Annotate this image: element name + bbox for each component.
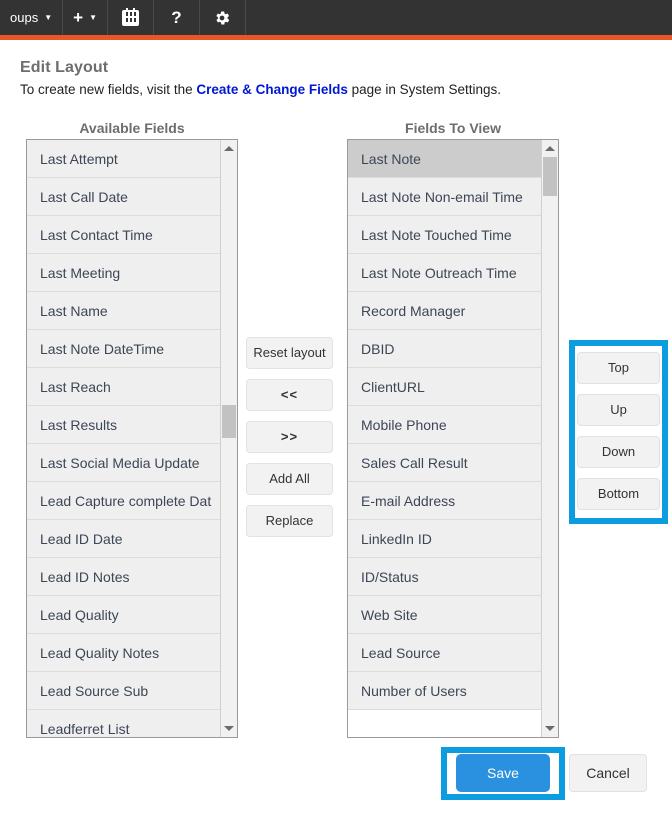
nav-item-groups[interactable]: oups ▼ bbox=[0, 0, 64, 35]
create-change-fields-link[interactable]: Create & Change Fields bbox=[196, 82, 348, 97]
subtitle-text-after: page in System Settings. bbox=[347, 82, 501, 97]
list-item[interactable]: Lead Source bbox=[348, 634, 541, 672]
list-item[interactable]: Last Attempt bbox=[27, 140, 220, 178]
move-bottom-button[interactable]: Bottom bbox=[577, 478, 660, 510]
list-item[interactable]: Lead ID Date bbox=[27, 520, 220, 558]
available-fields-heading: Available Fields bbox=[79, 120, 185, 136]
available-fields-rows[interactable]: Last Attempt Last Call Date Last Contact T… bbox=[27, 140, 220, 737]
nav-item-help[interactable]: ? bbox=[154, 0, 200, 35]
list-item[interactable]: Last Note Non-email Time bbox=[348, 178, 541, 216]
order-buttons-group: Top Up Down Bottom bbox=[577, 352, 660, 520]
nav-item-settings[interactable] bbox=[200, 0, 246, 35]
list-item[interactable]: Last Reach bbox=[27, 368, 220, 406]
scrollbar-thumb[interactable] bbox=[222, 404, 236, 439]
move-right-button[interactable]: >> bbox=[246, 421, 333, 453]
transfer-buttons-group: Reset layout << >> Add All Replace bbox=[246, 337, 333, 547]
list-item[interactable]: Record Manager bbox=[348, 292, 541, 330]
list-item[interactable]: Lead ID Notes bbox=[27, 558, 220, 596]
calendar-icon bbox=[121, 7, 139, 26]
list-item[interactable]: DBID bbox=[348, 330, 541, 368]
list-item[interactable]: Leadferret List bbox=[27, 710, 220, 737]
list-item[interactable]: Last Contact Time bbox=[27, 216, 220, 254]
list-item[interactable]: Last Call Date bbox=[27, 178, 220, 216]
chevron-down-icon: ▼ bbox=[44, 12, 53, 22]
list-item[interactable]: LinkedIn ID bbox=[348, 520, 541, 558]
list-item[interactable]: Lead Capture complete Dat bbox=[27, 482, 220, 520]
fields-to-view-scrollbar[interactable] bbox=[541, 140, 558, 737]
move-down-button[interactable]: Down bbox=[577, 436, 660, 468]
save-button[interactable]: Save bbox=[456, 754, 550, 792]
list-item[interactable]: Last Name bbox=[27, 292, 220, 330]
page-title: Edit Layout bbox=[20, 59, 109, 76]
move-up-button[interactable]: Up bbox=[577, 394, 660, 426]
nav-item-groups-label: oups bbox=[10, 10, 39, 25]
accent-rule bbox=[0, 35, 672, 40]
gear-icon bbox=[213, 9, 231, 27]
plus-icon: + bbox=[73, 8, 84, 27]
list-item[interactable]: Last Results bbox=[27, 406, 220, 444]
fields-to-view-rows[interactable]: Last Note Last Note Non-email Time Last No… bbox=[348, 140, 541, 737]
list-item[interactable]: Web Site bbox=[348, 596, 541, 634]
scrollbar-thumb[interactable] bbox=[543, 157, 557, 197]
replace-button[interactable]: Replace bbox=[246, 505, 333, 537]
list-item[interactable]: ClientURL bbox=[348, 368, 541, 406]
list-item[interactable]: E-mail Address bbox=[348, 482, 541, 520]
list-item[interactable]: Last Social Media Update bbox=[27, 444, 220, 482]
move-left-button[interactable]: << bbox=[246, 379, 333, 411]
nav-item-calendar[interactable] bbox=[108, 0, 154, 35]
chevron-down-icon: ▼ bbox=[89, 12, 97, 22]
fields-to-view-listbox[interactable]: Last Note Last Note Non-email Time Last No… bbox=[347, 139, 559, 738]
reset-layout-button[interactable]: Reset layout bbox=[246, 337, 333, 369]
list-item[interactable]: Last Meeting bbox=[27, 254, 220, 292]
available-fields-scrollbar[interactable] bbox=[220, 140, 237, 737]
list-item[interactable]: ID/Status bbox=[348, 558, 541, 596]
list-item[interactable] bbox=[348, 710, 541, 737]
list-item[interactable]: Last Note Touched Time bbox=[348, 216, 541, 254]
list-item[interactable]: Lead Source Sub bbox=[27, 672, 220, 710]
help-icon: ? bbox=[171, 7, 182, 27]
available-fields-listbox[interactable]: Last Attempt Last Call Date Last Contact T… bbox=[26, 139, 238, 738]
list-item[interactable]: Lead Quality Notes bbox=[27, 634, 220, 672]
scroll-up-arrow-icon[interactable] bbox=[221, 140, 237, 157]
scroll-down-arrow-icon[interactable] bbox=[542, 720, 558, 737]
list-item[interactable]: Last Note bbox=[348, 140, 541, 178]
scroll-up-arrow-icon[interactable] bbox=[542, 140, 558, 157]
fields-to-view-heading: Fields To View bbox=[405, 120, 501, 136]
subtitle-text-before: To create new fields, visit the bbox=[20, 82, 197, 97]
list-item[interactable]: Last Note DateTime bbox=[27, 330, 220, 368]
list-item[interactable]: Mobile Phone bbox=[348, 406, 541, 444]
nav-item-add[interactable]: + ▼ bbox=[63, 0, 108, 35]
list-item[interactable]: Lead Quality bbox=[27, 596, 220, 634]
list-item[interactable]: Last Note Outreach Time bbox=[348, 254, 541, 292]
page-subtitle: To create new fields, visit the Create &… bbox=[20, 82, 501, 97]
list-item[interactable]: Number of Users bbox=[348, 672, 541, 710]
add-all-button[interactable]: Add All bbox=[246, 463, 333, 495]
move-top-button[interactable]: Top bbox=[577, 352, 660, 384]
scroll-down-arrow-icon[interactable] bbox=[221, 720, 237, 737]
top-navigation-bar: oups ▼ + ▼ ? bbox=[0, 0, 672, 35]
cancel-button[interactable]: Cancel bbox=[569, 754, 647, 792]
list-item[interactable]: Sales Call Result bbox=[348, 444, 541, 482]
